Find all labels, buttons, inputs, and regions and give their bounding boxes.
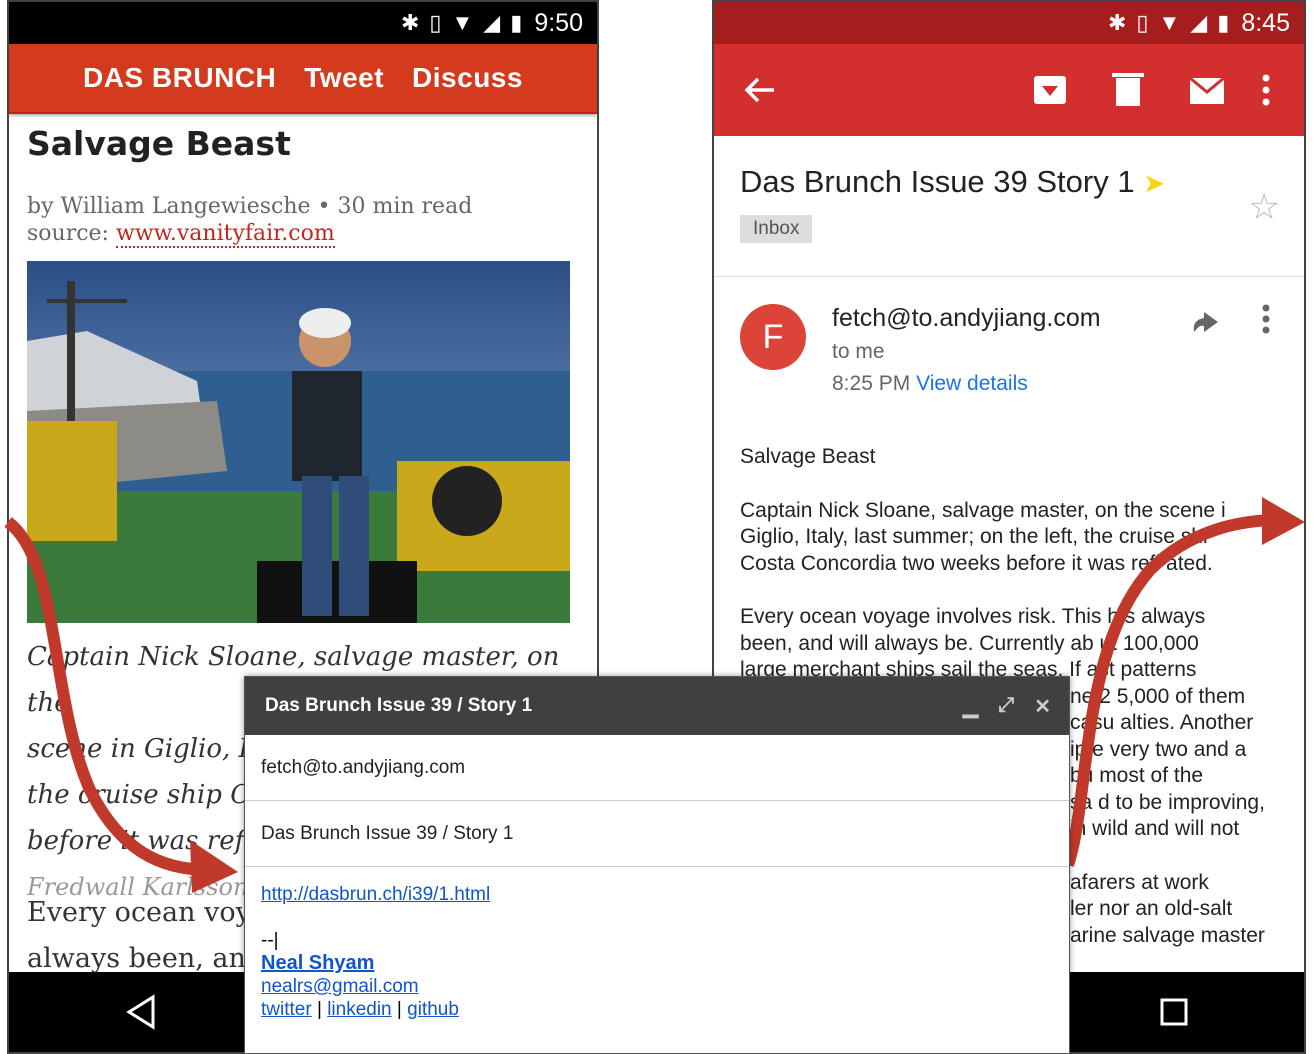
to-field[interactable]: fetch@to.andyjiang.com (245, 735, 1069, 801)
signature-email-link[interactable]: nealrs@gmail.com (261, 976, 419, 997)
time-line: 8:25 PM View details (832, 372, 1028, 396)
email-subject: Das Brunch Issue 39 Story 1 ➤ (740, 164, 1165, 200)
vibrate-icon: ▯ (1136, 10, 1149, 35)
article-title: Salvage Beast (27, 124, 291, 163)
sender-address: fetch@to.andyjiang.com (832, 304, 1101, 332)
tweet-link[interactable]: Tweet (304, 62, 384, 94)
back-nav-icon[interactable] (126, 994, 155, 1030)
status-time: 8:45 (1241, 8, 1290, 37)
view-details-link[interactable]: View details (916, 372, 1028, 395)
article-photo (27, 261, 570, 623)
minimize-icon[interactable]: ▁ (963, 694, 978, 719)
close-icon[interactable]: ✕ (1034, 694, 1051, 719)
para-line: afarers at work (1070, 870, 1209, 894)
link-separator: | (316, 999, 322, 1020)
signal-icon: ◢ (1190, 10, 1208, 35)
status-bar: ✱ ▯ ▼ ◢ ▮ 8:45 (714, 2, 1304, 44)
source-line: source: www.vanityfair.com (27, 220, 597, 248)
back-arrow-icon[interactable] (744, 77, 774, 103)
body-line: Every ocean voya (27, 897, 267, 928)
important-marker-icon[interactable]: ➤ (1143, 168, 1165, 198)
window-controls: ▁ ⤢ ✕ (963, 694, 1069, 719)
wifi-icon: ▼ (451, 10, 474, 35)
para-line: Every ocean voyage involves risk. This h… (740, 605, 1206, 628)
more-vert-icon[interactable] (1262, 74, 1270, 106)
sent-time: 8:25 PM (832, 372, 911, 395)
compose-header: Das Brunch Issue 39 / Story 1 ▁ ⤢ ✕ (245, 677, 1069, 735)
subject-text: Das Brunch Issue 39 Story 1 (740, 164, 1135, 199)
status-icons: ✱ ▯ ▼ ◢ ▮ (1108, 10, 1229, 36)
email-heading: Salvage Beast (740, 445, 876, 468)
compose-title: Das Brunch Issue 39 / Story 1 (265, 695, 533, 716)
article-body: Every ocean voya always been, and (27, 890, 267, 982)
para-line: Costa Concordia two weeks before it was … (740, 551, 1213, 575)
github-link[interactable]: github (407, 999, 459, 1020)
recents-nav-icon[interactable] (1160, 998, 1188, 1026)
sender-avatar: F (740, 304, 806, 370)
delete-icon[interactable] (1112, 73, 1144, 106)
mail-icon[interactable] (1189, 76, 1225, 104)
bluetooth-icon: ✱ (1107, 10, 1127, 35)
para-line: Giglio, Italy, last summer; on the left,… (740, 525, 1208, 548)
vibrate-icon: ▯ (429, 10, 442, 35)
brand-link[interactable]: DAS BRUNCH (83, 62, 276, 94)
linkedin-link[interactable]: linkedin (327, 999, 391, 1020)
twitter-link[interactable]: twitter (261, 999, 312, 1020)
recipient-line: to me (832, 340, 885, 363)
source-link[interactable]: www.vanityfair.com (115, 221, 335, 248)
para-line: ler nor an old-salt (1070, 897, 1233, 920)
gmail-toolbar (714, 44, 1304, 136)
wifi-icon: ▼ (1158, 10, 1181, 35)
link-separator: | (396, 999, 402, 1020)
compose-body[interactable]: http://dasbrun.ch/i39/1.html -- | Neal Sh… (245, 867, 1069, 1037)
compose-window: Das Brunch Issue 39 / Story 1 ▁ ⤢ ✕ fetc… (244, 676, 1070, 1054)
app-bar: DAS BRUNCH Tweet Discuss (9, 44, 597, 114)
source-label: source: (27, 221, 109, 246)
story-link[interactable]: http://dasbrun.ch/i39/1.html (261, 884, 490, 905)
star-icon[interactable]: ☆ (1248, 186, 1280, 228)
status-icons: ✱ ▯ ▼ ◢ ▮ (401, 10, 522, 36)
subject-field[interactable]: Das Brunch Issue 39 / Story 1 (245, 801, 1069, 867)
signature-separator: -- (261, 930, 274, 951)
signature-name-link[interactable]: Neal Shyam (261, 952, 374, 974)
divider (714, 276, 1304, 277)
para-line: been, and will always be. Currently ab u… (740, 631, 1199, 655)
discuss-link[interactable]: Discuss (412, 62, 523, 94)
reply-icon[interactable] (1190, 302, 1290, 342)
status-time: 9:50 (534, 8, 583, 37)
battery-icon: ▮ (1217, 10, 1230, 35)
para-line: arine salvage master (1070, 923, 1265, 947)
para-line: Captain Nick Sloane, salvage master, on … (740, 498, 1226, 522)
inbox-label[interactable]: Inbox (740, 215, 813, 243)
email-para-1: Captain Nick Sloane, salvage master, on … (740, 498, 1300, 578)
battery-icon: ▮ (510, 10, 523, 35)
byline: by William Langewiesche • 30 min read so… (27, 193, 597, 248)
status-bar: ✱ ▯ ▼ ◢ ▮ 9:50 (9, 2, 597, 44)
expand-icon[interactable]: ⤢ (998, 694, 1014, 719)
signal-icon: ◢ (483, 10, 501, 35)
author-line: by William Langewiesche • 30 min read (27, 194, 473, 219)
archive-icon[interactable] (1034, 76, 1066, 104)
bluetooth-icon: ✱ (400, 10, 420, 35)
